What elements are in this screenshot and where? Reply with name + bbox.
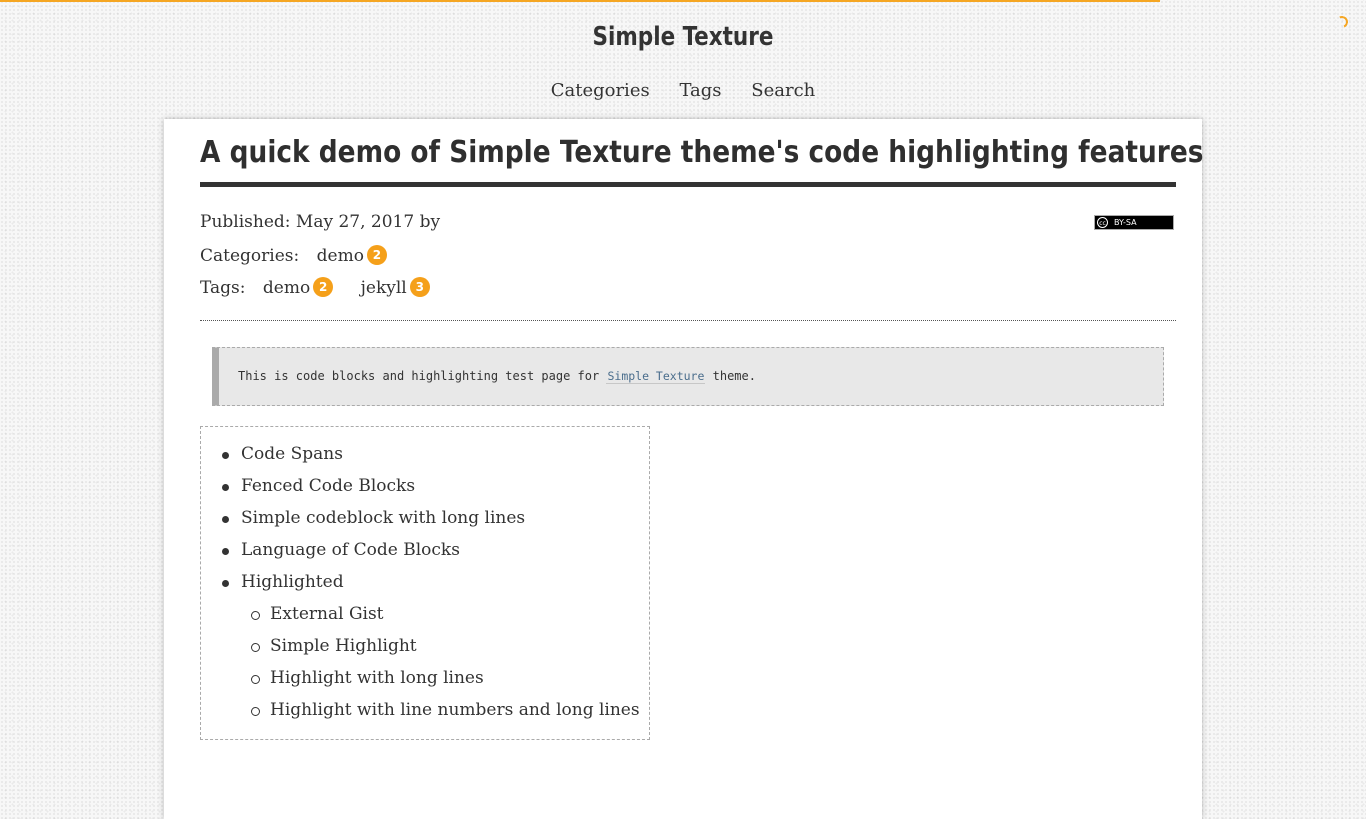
- site-title[interactable]: Simple Texture: [55, 22, 1312, 52]
- toc-item-highlighted[interactable]: Highlighted: [222, 572, 344, 592]
- title-divider: [200, 182, 1176, 187]
- nav-categories-link[interactable]: Categories: [551, 80, 650, 101]
- tag-link-demo[interactable]: demo 2: [262, 277, 334, 298]
- published-by: by: [419, 212, 441, 232]
- page-loading-bar: [0, 0, 1160, 2]
- tag-name: jekyll: [360, 278, 407, 298]
- toc-item-simple-codeblock[interactable]: Simple codeblock with long lines: [221, 508, 525, 528]
- cc-license-badge[interactable]: cc BY-SA: [1094, 215, 1174, 230]
- category-count-badge: 2: [366, 245, 387, 265]
- nav-tags-link[interactable]: Tags: [679, 80, 721, 101]
- tag-count-badge: 2: [313, 277, 334, 297]
- tag-name: demo: [262, 278, 311, 298]
- toc-item-language[interactable]: Language of Code Blocks: [222, 540, 460, 560]
- quote-text-before: This is code blocks and highlighting tes…: [238, 369, 607, 383]
- toc-subitem-external-gist[interactable]: External Gist: [251, 604, 384, 624]
- table-of-contents: Code Spans Fenced Code Blocks Simple cod…: [200, 426, 650, 740]
- category-name: demo: [316, 246, 364, 266]
- post-published-line: Published: May 27, 2017 by: [200, 212, 440, 232]
- main-nav: Categories Tags Search: [0, 80, 1366, 101]
- published-date: May 27, 2017: [295, 212, 415, 232]
- toc-subitem-long-lines[interactable]: Highlight with long lines: [251, 668, 484, 688]
- quote-text-after: theme.: [705, 369, 756, 383]
- license-label: BY-SA: [1114, 218, 1137, 227]
- published-label: Published:: [200, 212, 291, 232]
- tags-label: Tags:: [200, 278, 246, 298]
- toc-subitem-simple-highlight[interactable]: Simple Highlight: [251, 636, 417, 656]
- intro-blockquote: This is code blocks and highlighting tes…: [212, 347, 1164, 406]
- toc-item-fenced-code-blocks[interactable]: Fenced Code Blocks: [221, 476, 415, 496]
- tag-link-jekyll[interactable]: jekyll 3: [360, 277, 430, 298]
- cc-icon: cc: [1097, 217, 1108, 228]
- toc-item-code-spans[interactable]: Code Spans: [222, 444, 343, 464]
- quote-inline-code: Simple Texture: [606, 369, 706, 384]
- toc-subitem-line-numbers[interactable]: Highlight with line numbers and long lin…: [251, 700, 640, 720]
- meta-divider: [200, 320, 1176, 321]
- post-title: A quick demo of Simple Texture theme's c…: [200, 135, 1204, 170]
- category-link-demo[interactable]: demo 2: [316, 245, 387, 266]
- loading-spinner-icon: [1334, 14, 1350, 30]
- tag-count-badge: 3: [409, 277, 430, 297]
- post-tags-line: Tags: demo 2 jekyll 3: [200, 277, 430, 298]
- post-categories-line: Categories: demo 2: [200, 245, 387, 266]
- nav-search-link[interactable]: Search: [751, 80, 815, 101]
- categories-label: Categories:: [200, 246, 300, 266]
